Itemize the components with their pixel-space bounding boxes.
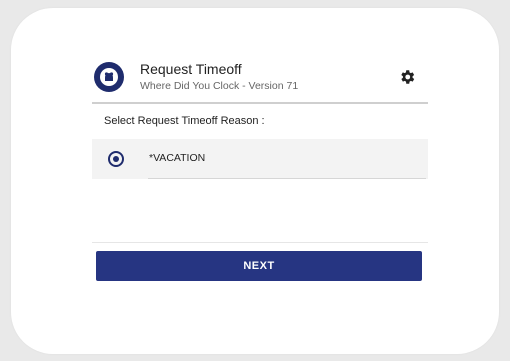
header-divider	[92, 102, 428, 104]
reason-prompt: Select Request Timeoff Reason :	[104, 115, 265, 127]
page-title: Request Timeoff	[140, 61, 242, 77]
reason-option-label: *VACATION	[149, 152, 206, 164]
radio-dot	[113, 156, 119, 162]
option-underline	[148, 178, 426, 179]
gear-icon[interactable]	[398, 68, 416, 86]
radio-button-selected[interactable]	[108, 151, 124, 167]
footer-divider	[92, 242, 428, 243]
app-header: Request Timeoff Where Did You Clock - Ve…	[92, 56, 426, 102]
reason-option-vacation[interactable]: *VACATION	[92, 139, 428, 179]
clock-logo-icon	[94, 62, 124, 92]
app-subtitle: Where Did You Clock - Version 71	[140, 80, 299, 92]
next-button[interactable]: NEXT	[96, 251, 422, 281]
